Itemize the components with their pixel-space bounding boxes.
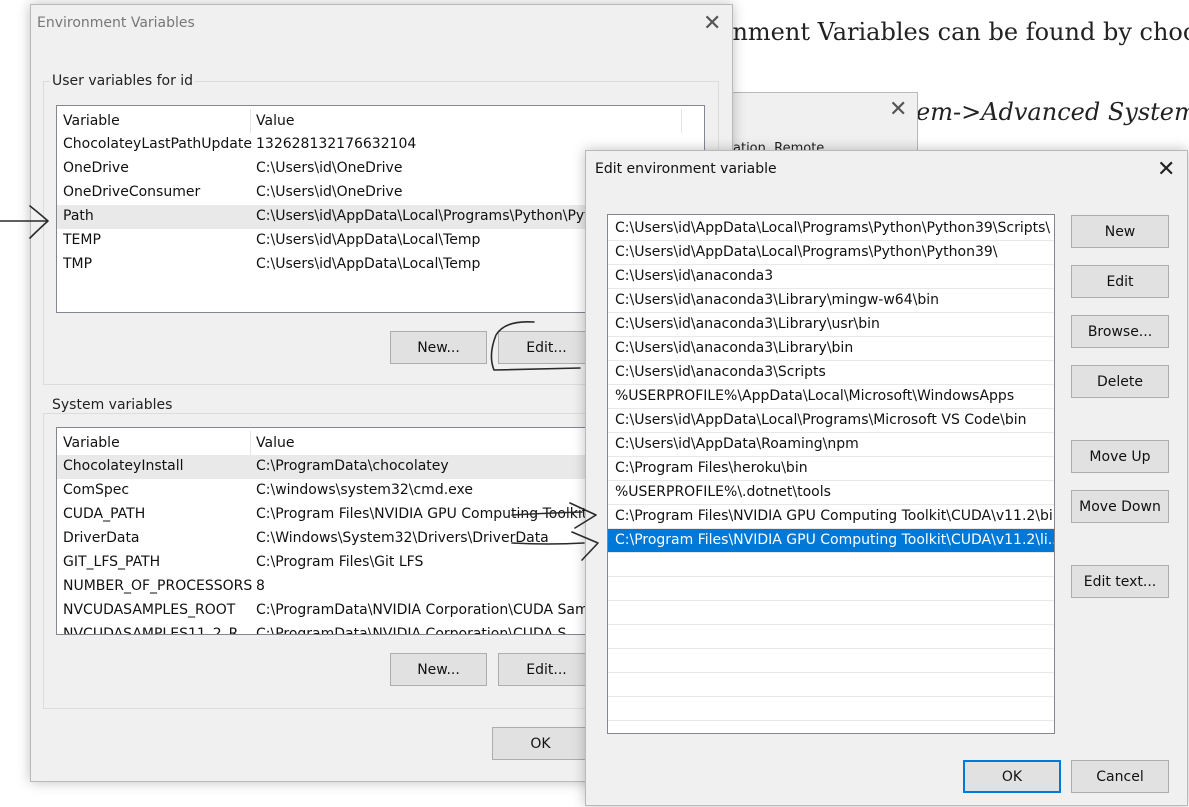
var-name: TEMP xyxy=(63,232,101,248)
path-entry[interactable]: C:\Users\id\AppData\Local\Programs\Micro… xyxy=(608,409,1054,433)
edit-dialog-title: Edit environment variable xyxy=(595,161,777,177)
var-value: C:\windows\system32\cmd.exe xyxy=(256,482,473,498)
path-entry[interactable]: C:\Program Files\heroku\bin xyxy=(608,457,1054,481)
edit-dialog-close-icon[interactable]: ✕ xyxy=(1157,159,1175,181)
background-text-line2: em->Advanced System xyxy=(916,98,1189,126)
var-value: C:\Windows\System32\Drivers\DriverData xyxy=(256,530,549,546)
edit-entry-button[interactable]: Edit xyxy=(1071,265,1169,298)
var-value: C:\ProgramData\NVIDIA Corporation\CUDA S xyxy=(256,626,567,635)
new-entry-button[interactable]: New xyxy=(1071,215,1169,248)
path-entry[interactable]: C:\Users\id\AppData\Roaming\npm xyxy=(608,433,1054,457)
move-up-button[interactable]: Move Up xyxy=(1071,440,1169,473)
edit-text-button[interactable]: Edit text... xyxy=(1071,565,1169,598)
user-edit-button[interactable]: Edit... xyxy=(498,331,595,364)
empty-entry[interactable] xyxy=(608,625,1054,649)
var-name: ChocolateyLastPathUpdate xyxy=(63,136,252,152)
user-col-variable[interactable]: Variable xyxy=(63,113,120,129)
var-value: C:\Program Files\NVIDIA GPU Computing To… xyxy=(256,506,592,522)
var-name: OneDrive xyxy=(63,160,129,176)
edit-environment-variable-dialog: Edit environment variable ✕ C:\Users\id\… xyxy=(585,150,1188,806)
path-entry[interactable]: C:\Users\id\anaconda3\Library\mingw-w64\… xyxy=(608,289,1054,313)
edit-cancel-button[interactable]: Cancel xyxy=(1071,760,1169,793)
system-properties-close-icon[interactable]: ✕ xyxy=(889,99,907,121)
empty-entry[interactable] xyxy=(608,649,1054,673)
empty-entry[interactable] xyxy=(608,601,1054,625)
var-name: GIT_LFS_PATH xyxy=(63,554,161,570)
env-window-title: Environment Variables xyxy=(37,15,195,31)
empty-entry[interactable] xyxy=(608,673,1054,697)
var-name: NUMBER_OF_PROCESSORS xyxy=(63,578,253,594)
var-name: DriverData xyxy=(63,530,140,546)
edit-ok-button[interactable]: OK xyxy=(963,760,1061,793)
var-value: C:\ProgramData\chocolatey xyxy=(256,458,449,474)
move-down-button[interactable]: Move Down xyxy=(1071,490,1169,523)
var-value: C:\Users\id\AppData\Local\Temp xyxy=(256,256,481,272)
var-name: Path xyxy=(63,208,94,224)
system-col-value[interactable]: Value xyxy=(256,435,294,451)
var-name: TMP xyxy=(63,256,93,272)
var-value: C:\Users\id\AppData\Local\Programs\Pytho… xyxy=(256,208,599,224)
path-entry[interactable]: C:\Program Files\NVIDIA GPU Computing To… xyxy=(608,505,1054,529)
user-col-value[interactable]: Value xyxy=(256,113,294,129)
path-entry[interactable]: C:\Users\id\AppData\Local\Programs\Pytho… xyxy=(608,217,1054,241)
var-name: NVCUDASAMPLES_ROOT xyxy=(63,602,236,618)
path-entry[interactable]: C:\Users\id\anaconda3 xyxy=(608,265,1054,289)
env-ok-button[interactable]: OK xyxy=(492,727,589,760)
var-value: C:\Program Files\Git LFS xyxy=(256,554,424,570)
user-variables-label: User variables for id xyxy=(50,73,196,89)
path-entry[interactable]: C:\Users\id\anaconda3\Library\usr\bin xyxy=(608,313,1054,337)
system-edit-button[interactable]: Edit... xyxy=(498,653,595,686)
var-value: C:\Users\id\AppData\Local\Temp xyxy=(256,232,481,248)
var-name: ChocolateyInstall xyxy=(63,458,184,474)
path-entry-selected[interactable]: C:\Program Files\NVIDIA GPU Computing To… xyxy=(608,529,1054,553)
var-value: C:\Users\id\OneDrive xyxy=(256,160,403,176)
env-window-close-icon[interactable]: ✕ xyxy=(703,13,721,35)
var-name: CUDA_PATH xyxy=(63,506,146,522)
path-entry[interactable]: C:\Users\id\anaconda3\Scripts xyxy=(608,361,1054,385)
system-new-button[interactable]: New... xyxy=(390,653,487,686)
empty-entry[interactable] xyxy=(608,577,1054,601)
var-value: C:\Users\id\OneDrive xyxy=(256,184,403,200)
path-entries-list: C:\Users\id\AppData\Local\Programs\Pytho… xyxy=(607,214,1055,734)
user-new-button[interactable]: New... xyxy=(390,331,487,364)
user-table-header: Variable Value xyxy=(57,109,704,133)
var-value: C:\ProgramData\NVIDIA Corporation\CUDA S… xyxy=(256,602,598,618)
empty-entry[interactable] xyxy=(608,553,1054,577)
background-text-line1: onment Variables can be found by choosin xyxy=(718,18,1189,46)
path-entry[interactable]: %USERPROFILE%\AppData\Local\Microsoft\Wi… xyxy=(608,385,1054,409)
delete-button[interactable]: Delete xyxy=(1071,365,1169,398)
var-name: ComSpec xyxy=(63,482,130,498)
path-entry[interactable]: %USERPROFILE%\.dotnet\tools xyxy=(608,481,1054,505)
var-name: NVCUDASAMPLES11_2_R xyxy=(63,626,239,635)
var-name: OneDriveConsumer xyxy=(63,184,201,200)
path-entry[interactable]: C:\Users\id\AppData\Local\Programs\Pytho… xyxy=(608,241,1054,265)
path-entry[interactable]: C:\Users\id\anaconda3\Library\bin xyxy=(608,337,1054,361)
empty-entry[interactable] xyxy=(608,697,1054,721)
system-variables-label: System variables xyxy=(50,397,175,413)
var-value: 132628132176632104 xyxy=(256,136,417,152)
var-value: 8 xyxy=(256,578,265,594)
system-col-variable[interactable]: Variable xyxy=(63,435,120,451)
browse-button[interactable]: Browse... xyxy=(1071,315,1169,348)
